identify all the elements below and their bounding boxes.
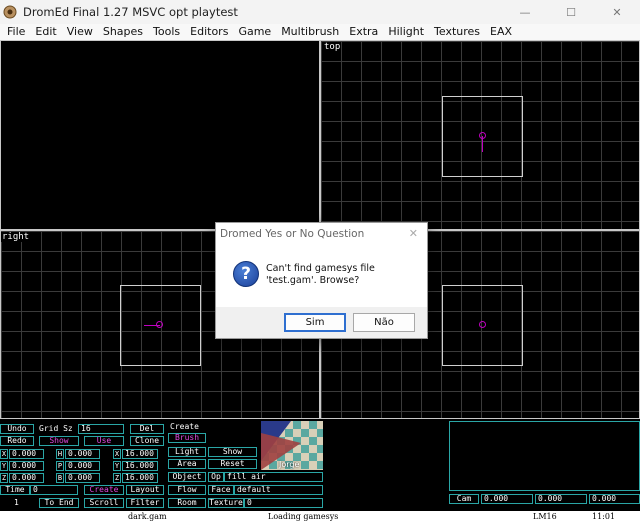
use-button[interactable]: Use	[84, 436, 124, 446]
brush-center-marker[interactable]	[479, 321, 486, 328]
size-x-field[interactable]: 16.000	[122, 449, 158, 459]
create-flow-button[interactable]: Flow	[168, 485, 206, 495]
minimize-icon[interactable]: —	[502, 0, 548, 24]
size-z-axis: Z	[113, 473, 121, 483]
create-time-button[interactable]: Create	[84, 485, 124, 495]
dialog-title: Dromed Yes or No Question	[220, 228, 365, 240]
menu-game[interactable]: Game	[233, 24, 276, 40]
cam-label: Cam	[449, 494, 479, 504]
status-message: Loading gamesys	[268, 512, 339, 521]
op-label: Op	[208, 472, 224, 482]
cam-z-field[interactable]: 0.000	[589, 494, 640, 504]
show-texture-button[interactable]: Show	[208, 447, 257, 457]
clone-button[interactable]: Clone	[130, 436, 164, 446]
menu-extra[interactable]: Extra	[344, 24, 383, 40]
size-x-axis: X	[113, 449, 121, 459]
dialog-titlebar: Dromed Yes or No Question ✕	[216, 223, 427, 245]
create-light-button[interactable]: Light	[168, 447, 206, 457]
layout-button[interactable]: Layout	[126, 485, 164, 495]
status-time: 11:01	[592, 512, 616, 521]
face-field[interactable]: default	[234, 485, 323, 495]
pos-y-field[interactable]: 0.000	[9, 461, 44, 471]
status-bar: dark.gam Loading gamesys LM16 11:01	[0, 511, 640, 523]
close-icon[interactable]: ✕	[594, 0, 640, 24]
status-file: dark.gam	[128, 512, 167, 521]
reset-button[interactable]: Reset	[208, 459, 257, 469]
menu-eax[interactable]: EAX	[485, 24, 517, 40]
rot-h-axis: H	[56, 449, 64, 459]
rot-p-axis: P	[56, 461, 64, 471]
no-button[interactable]: Não	[353, 313, 415, 332]
texture-label: Texture	[208, 498, 244, 508]
to-end-button[interactable]: To End	[39, 498, 79, 508]
dialog-message: Can't find gamesys file 'test.gam'. Brow…	[266, 263, 375, 286]
question-icon: ?	[233, 261, 259, 287]
menu-editors[interactable]: Editors	[185, 24, 233, 40]
app-icon	[3, 5, 17, 19]
cam-x-field[interactable]: 0.000	[481, 494, 533, 504]
yes-no-dialog: Dromed Yes or No Question ✕ ? Can't find…	[215, 222, 428, 339]
grid-size-label: Grid Sz	[39, 424, 73, 433]
menu-multibrush[interactable]: Multibrush	[276, 24, 344, 40]
show-button[interactable]: Show	[39, 436, 79, 446]
menu-edit[interactable]: Edit	[30, 24, 61, 40]
create-area-button[interactable]: Area	[168, 459, 206, 469]
brush-center-marker[interactable]	[479, 132, 486, 139]
menu-shapes[interactable]: Shapes	[98, 24, 148, 40]
viewport-top-label: top	[323, 42, 342, 52]
menu-textures[interactable]: Textures	[429, 24, 485, 40]
face-label: Face	[208, 485, 234, 495]
texture-preview[interactable]: Jorge	[261, 421, 323, 470]
dialog-buttons: Sim Não	[216, 307, 427, 338]
pos-x-field[interactable]: 0.000	[9, 449, 44, 459]
pos-z-axis: Z	[0, 473, 8, 483]
texture-field[interactable]: 0	[244, 498, 323, 508]
camera-view[interactable]	[449, 421, 640, 491]
rot-b-field[interactable]: 0.000	[65, 473, 100, 483]
rot-b-axis: B	[56, 473, 64, 483]
dialog-close-icon[interactable]: ✕	[409, 227, 418, 240]
rot-p-field[interactable]: 0.000	[65, 461, 100, 471]
status-lm: LM16	[533, 512, 557, 521]
menu-tools[interactable]: Tools	[148, 24, 185, 40]
op-field[interactable]: fill air	[224, 472, 323, 482]
time-number: 1	[14, 498, 19, 507]
viewport-top[interactable]: top	[320, 40, 640, 230]
texture-name: Jorge	[279, 460, 300, 469]
scroll-button[interactable]: Scroll	[84, 498, 124, 508]
redo-button[interactable]: Redo	[0, 436, 34, 446]
undo-button[interactable]: Undo	[0, 424, 34, 434]
yes-button[interactable]: Sim	[284, 313, 346, 332]
brush-center-marker[interactable]	[156, 321, 163, 328]
time-label: Time	[0, 485, 30, 495]
cam-y-field[interactable]: 0.000	[535, 494, 587, 504]
viewport-right-label: right	[1, 232, 31, 242]
window-title: DromEd Final 1.27 MSVC opt playtest	[23, 5, 238, 19]
create-brush-button[interactable]: Brush	[168, 433, 206, 443]
create-room-button[interactable]: Room	[168, 498, 206, 508]
pos-z-field[interactable]: 0.000	[9, 473, 44, 483]
create-label: Create	[170, 422, 199, 431]
time-field[interactable]: 0	[30, 485, 78, 495]
size-z-field[interactable]: 16.000	[122, 473, 158, 483]
maximize-icon[interactable]: ☐	[548, 0, 594, 24]
window-controls: — ☐ ✕	[502, 0, 640, 24]
menu-view[interactable]: View	[62, 24, 98, 40]
pos-x-axis: X	[0, 449, 8, 459]
window-titlebar: DromEd Final 1.27 MSVC opt playtest — ☐ …	[0, 0, 640, 24]
menu-bar: File Edit View Shapes Tools Editors Game…	[0, 24, 640, 40]
create-object-button[interactable]: Object	[168, 472, 206, 482]
rot-h-field[interactable]: 0.000	[65, 449, 100, 459]
delete-button[interactable]: Del	[130, 424, 164, 434]
menu-hilight[interactable]: Hilight	[383, 24, 429, 40]
filter-button[interactable]: Filter	[126, 498, 164, 508]
menu-file[interactable]: File	[2, 24, 30, 40]
grid-size-field[interactable]: 16	[78, 424, 124, 434]
pos-y-axis: Y	[0, 461, 8, 471]
viewport-3d[interactable]	[0, 40, 320, 230]
dialog-body: ? Can't find gamesys file 'test.gam'. Br…	[216, 245, 427, 307]
size-y-field[interactable]: 16.000	[122, 461, 158, 471]
size-y-axis: Y	[113, 461, 121, 471]
